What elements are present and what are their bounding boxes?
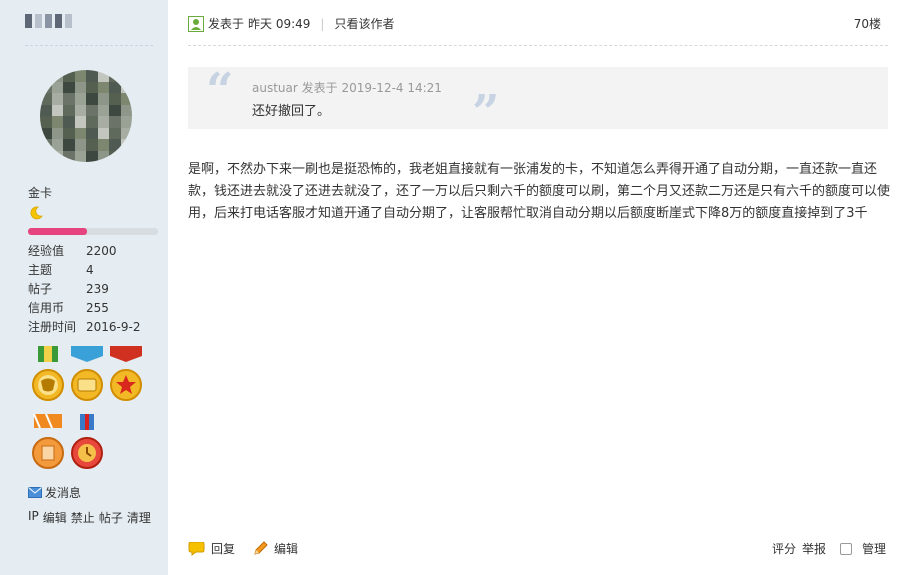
stat-row: 帖子 239 [28, 280, 140, 299]
posted-label: 发表于 [208, 17, 245, 31]
stat-label: 注册时间 [28, 320, 77, 334]
rate-link[interactable]: 评分 [772, 540, 796, 557]
quote-block: “ austuar 发表于 2019-12-4 14:21 还好撤回了。 ” [188, 63, 888, 137]
stat-label: 帖子 [28, 282, 53, 296]
stat-row: 主题 4 [28, 261, 140, 280]
stat-label: 经验值 [28, 244, 65, 258]
manage-label[interactable]: 管理 [862, 540, 886, 557]
stat-row: 注册时间 2016-9-2 [28, 318, 140, 337]
post-main: 发表于 昨天 09:49 | 只看该作者 70楼 “ austuar 发表于 2… [168, 0, 914, 575]
report-link[interactable]: 举报 [802, 540, 826, 557]
stat-value: 2200 [86, 244, 117, 258]
quote-close-icon: ” [472, 85, 500, 141]
stat-label: 主题 [28, 263, 53, 277]
avatar[interactable] [40, 70, 132, 162]
reply-label: 回复 [211, 542, 236, 556]
level-progress-fill [28, 228, 87, 235]
stat-row: 经验值 2200 [28, 242, 140, 261]
admin-ip-link[interactable]: IP [28, 509, 39, 526]
user-rank: 金卡 [28, 186, 53, 200]
mail-icon [28, 487, 42, 498]
post-actions: 回复 编辑 [188, 540, 316, 557]
medal-star-icon[interactable] [108, 346, 144, 407]
post-header: 发表于 昨天 09:49 | 只看该作者 [188, 15, 394, 32]
admin-links: IP 编辑 禁止 帖子 清理 [28, 509, 151, 526]
quote-meta: austuar 发表于 2019-12-4 14:21 [252, 81, 442, 95]
stat-row: 信用币 255 [28, 299, 140, 318]
user-post-icon [188, 15, 204, 32]
send-message-link[interactable]: 发消息 [28, 484, 81, 501]
manage-checkbox[interactable] [839, 542, 852, 555]
header-divider [188, 45, 888, 46]
quote-open-icon: “ [206, 63, 234, 119]
level-progress-bar [28, 228, 158, 235]
edit-label: 编辑 [274, 542, 299, 556]
stat-value[interactable]: 239 [86, 280, 109, 299]
stat-value: 255 [86, 301, 109, 315]
admin-edit-link[interactable]: 编辑 [43, 509, 67, 526]
only-author-link[interactable]: 只看该作者 [334, 15, 394, 32]
edit-button[interactable]: 编辑 [253, 540, 298, 557]
admin-posts-link[interactable]: 帖子 [99, 509, 123, 526]
username-blurred[interactable] [25, 14, 72, 28]
pencil-icon [254, 541, 268, 555]
stat-value: 2016-9-2 [86, 320, 141, 334]
sidebar-divider [25, 45, 153, 46]
header-separator: | [320, 16, 325, 31]
send-message-label: 发消息 [45, 486, 82, 500]
admin-clean-link[interactable]: 清理 [127, 509, 151, 526]
stat-label: 信用币 [28, 301, 65, 315]
floor-number[interactable]: 70楼 [854, 15, 881, 32]
admin-ban-link[interactable]: 禁止 [71, 509, 95, 526]
user-sidebar: 金卡 经验值 2200 主题 4 帖子 239 信用币 255 注册时间 2016-9-2 [0, 0, 168, 575]
medal-bull-icon[interactable] [30, 346, 66, 407]
medal-clock-icon[interactable] [69, 414, 105, 475]
post-content: 是啊，不然办下来一刷也是挺恐怖的，我老姐直接就有一张浦发的卡，不知道怎么弄得开通… [188, 162, 891, 221]
quote-text: 还好撤回了。 [252, 104, 331, 119]
stat-value[interactable]: 4 [86, 261, 94, 280]
user-stats: 经验值 2200 主题 4 帖子 239 信用币 255 注册时间 2016-9-2 [28, 242, 140, 337]
post-right-actions: 评分 举报 管理 [772, 540, 886, 557]
reply-icon [188, 541, 205, 556]
medal-ribbon-icon[interactable] [30, 413, 66, 475]
moon-icon [28, 205, 44, 224]
medal-card-icon[interactable] [69, 346, 105, 407]
posted-time: 昨天 09:49 [248, 17, 311, 31]
reply-button[interactable]: 回复 [188, 540, 235, 557]
